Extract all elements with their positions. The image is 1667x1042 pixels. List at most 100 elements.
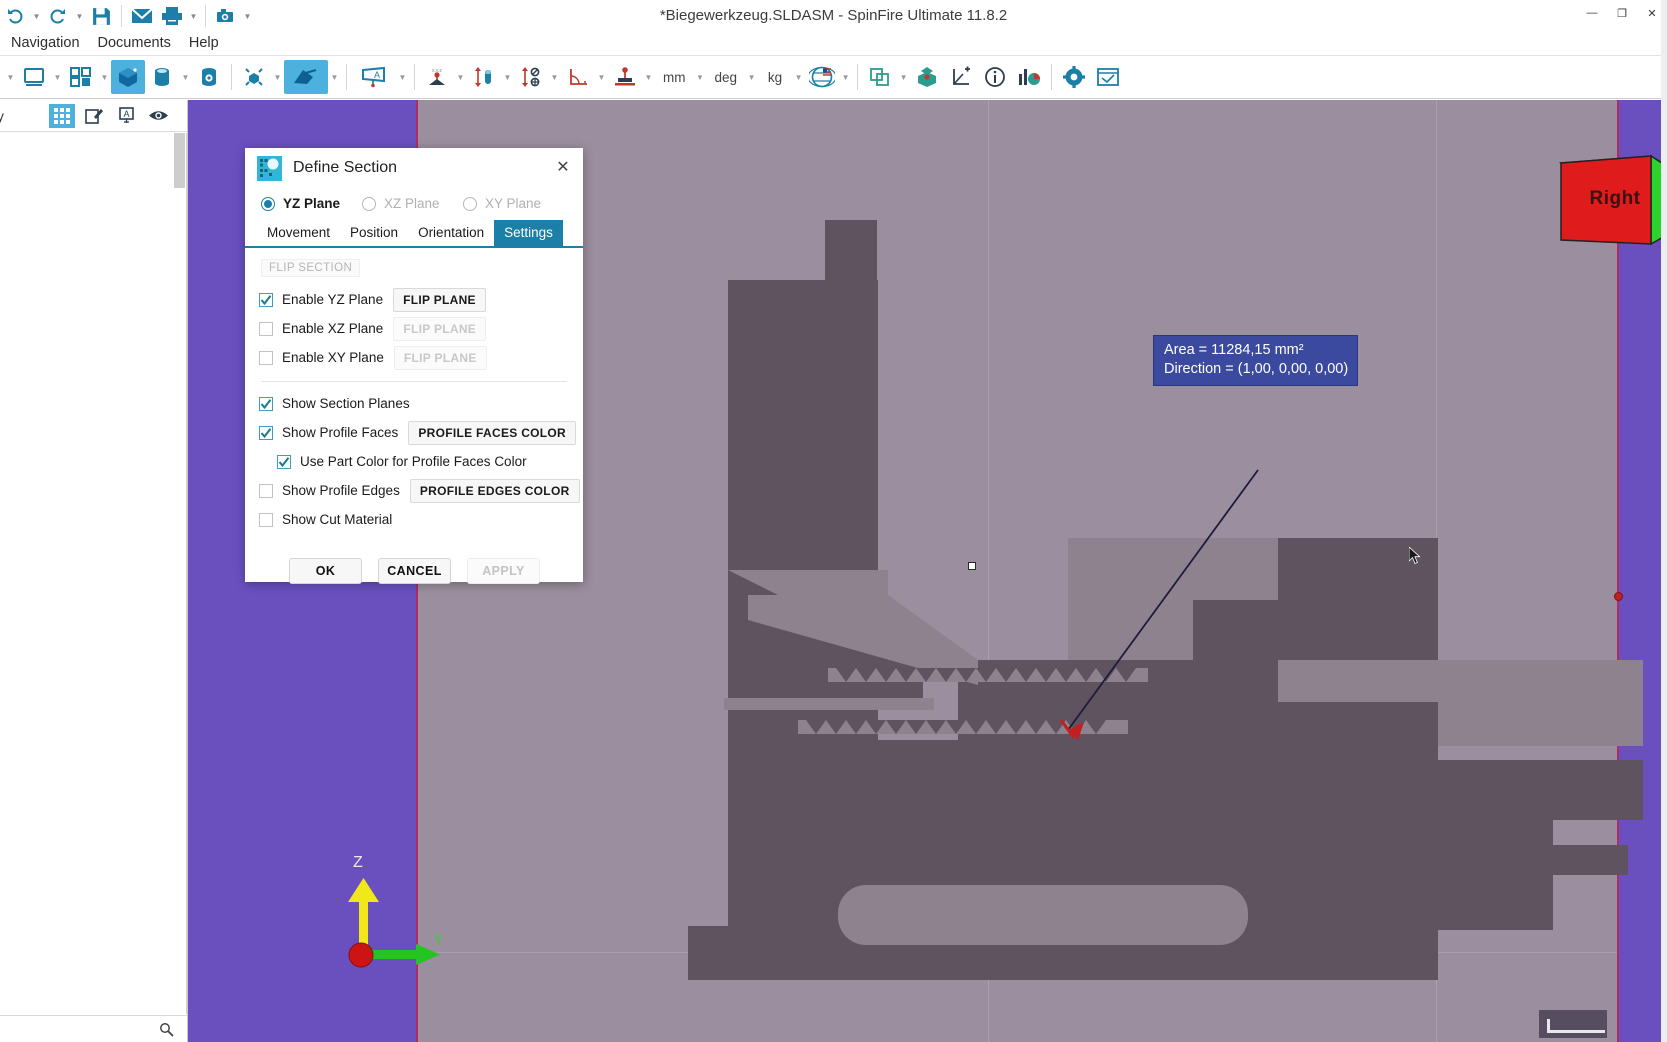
cancel-button[interactable]: CANCEL xyxy=(378,558,451,584)
maximize-button[interactable]: ❐ xyxy=(1607,0,1637,26)
flip-yz-plane-button[interactable]: FLIP PLANE xyxy=(393,287,486,312)
compare-caret-icon[interactable]: ▼ xyxy=(897,60,910,94)
title-bar: ▼ ▼ ▼ ▼ *Biegewerkzeug.SLDASM - SpinFire… xyxy=(0,0,1667,32)
measure-point-caret-icon[interactable]: ▼ xyxy=(454,60,467,94)
unit-mass-value[interactable]: kg xyxy=(758,70,792,85)
render-style-button[interactable] xyxy=(145,60,179,94)
annotation-direction-line: Direction = (1,00, 0,00, 0,00) xyxy=(1164,361,1349,377)
annotation-caret-icon[interactable]: ▼ xyxy=(396,60,409,94)
checkbox-enable-xz-plane[interactable] xyxy=(259,321,273,336)
radio-xy-plane-indicator[interactable] xyxy=(463,196,477,211)
left-panel-scroll-thumb[interactable] xyxy=(174,133,185,188)
plane-selector-group: YZ Plane XZ Plane XY Plane xyxy=(245,188,583,221)
tab-orientation[interactable]: Orientation xyxy=(408,220,494,246)
checkbox-show-section-planes[interactable] xyxy=(259,396,273,411)
measure-angle-button[interactable] xyxy=(561,60,595,94)
radio-xy-plane[interactable]: XY Plane xyxy=(463,196,564,211)
checkbox-enable-xy-plane[interactable] xyxy=(259,350,273,365)
navigation-widget[interactable] xyxy=(1539,1010,1607,1038)
explode-caret-icon[interactable]: ▼ xyxy=(271,60,284,94)
unit-angle-caret-icon[interactable]: ▼ xyxy=(745,60,758,94)
dialog-title: Define Section xyxy=(293,159,398,176)
radio-yz-plane[interactable]: YZ Plane xyxy=(261,196,362,211)
measure-diameter-caret-icon[interactable]: ▼ xyxy=(548,60,561,94)
layout-button[interactable] xyxy=(64,60,98,94)
checkbox-enable-yz-plane[interactable] xyxy=(259,292,273,307)
about-button[interactable] xyxy=(1091,60,1125,94)
menu-bar: Navigation Documents Help xyxy=(0,30,1667,55)
display-mode-button[interactable] xyxy=(17,60,51,94)
panel-text-icon[interactable]: A xyxy=(113,104,139,128)
tab-settings[interactable]: Settings xyxy=(494,220,563,246)
checkbox-show-profile-faces[interactable] xyxy=(259,425,273,440)
measure-surface-caret-icon[interactable]: ▼ xyxy=(642,60,655,94)
annotation-button[interactable]: A xyxy=(352,60,396,94)
menu-help[interactable]: Help xyxy=(180,33,228,53)
menu-documents[interactable]: Documents xyxy=(89,33,180,53)
dialog-close-button[interactable]: ✕ xyxy=(549,154,577,180)
unit-length-value[interactable]: mm xyxy=(655,70,694,85)
section-plane-button[interactable] xyxy=(284,60,328,94)
tab-position[interactable]: Position xyxy=(340,220,408,246)
left-panel-scrollbar[interactable] xyxy=(173,133,186,1014)
minimize-button[interactable]: — xyxy=(1577,0,1607,26)
gear-icon[interactable] xyxy=(1057,60,1091,94)
info-button[interactable] xyxy=(978,60,1012,94)
layout-caret-icon[interactable]: ▼ xyxy=(98,60,111,94)
main-toolbar: ▼ ▼ ▼ ▼ ▼ ▼ A ▼ x,y,z ▼ ▼ ▼ ▼ ▼ mm ▼ deg… xyxy=(0,55,1667,99)
checkbox-use-part-color[interactable] xyxy=(277,454,291,469)
assembly-button[interactable] xyxy=(910,60,944,94)
compare-shapes-button[interactable] xyxy=(863,60,897,94)
axis-label-z: Z xyxy=(353,854,363,871)
radio-xz-plane[interactable]: XZ Plane xyxy=(362,196,463,211)
view-cube[interactable]: Right xyxy=(1547,146,1667,256)
profile-edges-color-button[interactable]: PROFILE EDGES COLOR xyxy=(409,478,580,503)
dialog-title-bar: Define Section ✕ xyxy=(245,148,583,188)
search-icon[interactable] xyxy=(153,1017,179,1041)
radio-yz-plane-indicator[interactable] xyxy=(261,196,275,211)
section-measure-marker[interactable] xyxy=(968,562,976,570)
ok-button[interactable]: OK xyxy=(289,558,362,584)
statistics-button[interactable] xyxy=(1012,60,1046,94)
measure-distance-button[interactable] xyxy=(467,60,501,94)
left-panel-tree[interactable] xyxy=(0,133,187,1014)
dialog-action-buttons: OK CANCEL APPLY xyxy=(259,534,569,584)
render-style-caret-icon[interactable]: ▼ xyxy=(179,60,192,94)
language-caret-icon[interactable]: ▼ xyxy=(839,60,852,94)
toolbar-divider-e xyxy=(1051,64,1053,90)
checkbox-show-cut-material[interactable] xyxy=(259,512,273,527)
panel-grid-icon[interactable] xyxy=(49,103,75,128)
radio-xy-plane-label: XY Plane xyxy=(485,196,542,211)
panel-edit-icon[interactable] xyxy=(81,104,107,128)
checkbox-show-profile-edges[interactable] xyxy=(259,483,273,498)
unit-angle-value[interactable]: deg xyxy=(707,70,746,85)
unit-length-caret-icon[interactable]: ▼ xyxy=(694,60,707,94)
profile-faces-color-button[interactable]: PROFILE FACES COLOR xyxy=(408,420,577,445)
window-scrollbar[interactable] xyxy=(1661,0,1667,1042)
measure-distance-caret-icon[interactable]: ▼ xyxy=(501,60,514,94)
unit-mass-caret-icon[interactable]: ▼ xyxy=(792,60,805,94)
section-plane-caret-icon[interactable]: ▼ xyxy=(328,60,341,94)
menu-navigation[interactable]: Navigation xyxy=(2,33,89,53)
axis-plus-button[interactable] xyxy=(944,60,978,94)
globe-flag-icon[interactable] xyxy=(805,60,839,94)
display-mode-caret-icon[interactable]: ▼ xyxy=(51,60,64,94)
row-show-cut-material: Show Cut Material xyxy=(259,505,569,534)
explode-button[interactable] xyxy=(237,60,271,94)
dialog-body: FLIP SECTION Enable YZ Plane FLIP PLANE … xyxy=(245,248,583,584)
radio-xz-plane-indicator[interactable] xyxy=(362,196,376,211)
annotation-leader-line xyxy=(1059,469,1259,740)
apply-button: APPLY xyxy=(467,558,540,584)
shaded-view-button[interactable] xyxy=(111,60,145,94)
measure-surface-button[interactable] xyxy=(608,60,642,94)
measure-point-button[interactable]: x,y,z xyxy=(420,60,454,94)
row-show-profile-faces: Show Profile Faces PROFILE FACES COLOR xyxy=(259,418,577,447)
panel-visibility-icon[interactable] xyxy=(145,104,171,128)
scene-settings-button[interactable] xyxy=(192,60,226,94)
measure-diameter-button[interactable] xyxy=(514,60,548,94)
measure-angle-caret-icon[interactable]: ▼ xyxy=(595,60,608,94)
left-panel-tab-label[interactable]: bly xyxy=(0,108,4,124)
toolbar-overflow-caret-icon[interactable]: ▼ xyxy=(4,60,17,94)
tab-movement[interactable]: Movement xyxy=(257,220,340,246)
section-area-annotation[interactable]: Area = 11284,15 mm² Direction = (1,00, 0… xyxy=(1153,335,1359,386)
